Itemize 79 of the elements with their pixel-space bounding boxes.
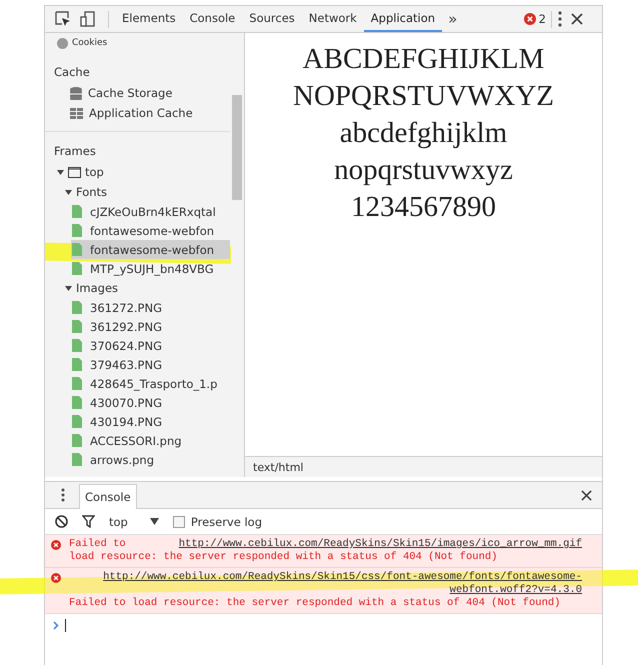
item-label: Application Cache (89, 106, 193, 120)
sidebar-item[interactable]: Application Cache (45, 103, 230, 123)
file-tree-item[interactable]: fontawesome-webfon (71, 240, 230, 259)
prompt-chevron-icon (53, 620, 59, 630)
resource-link[interactable]: http://www.cebilux.com/ReadySkins/Skin15/css/font-awesome/fonts/fontawesome-webfont.woff2?v=4.3.0 (69, 571, 582, 597)
file-tree-item[interactable]: 430070.PNG (71, 393, 230, 412)
item-label: Cache Storage (88, 86, 172, 100)
item-label: Cookies (72, 39, 108, 47)
more-tabs-button[interactable]: » (442, 10, 464, 28)
database-icon (70, 86, 82, 100)
file-tree-item[interactable]: 370624.PNG (71, 336, 230, 355)
file-tree-item[interactable]: MTP_ySUJH_bn48VBG (71, 259, 230, 278)
grid-icon (70, 108, 83, 118)
panel-tab[interactable]: Network (302, 6, 364, 32)
sample-line: NOPQRSTUVWXYZ (292, 79, 555, 114)
error-icon (51, 540, 61, 550)
message-text: Failed to (69, 538, 126, 551)
sample-line: nopqrstuvwxyz (333, 153, 514, 188)
file-icon (72, 243, 82, 256)
filter-icon[interactable] (82, 515, 95, 528)
file-tree-item[interactable]: 379463.PNG (71, 355, 230, 374)
mime-type: text/html (253, 460, 304, 474)
console-tab[interactable]: Console (79, 484, 137, 508)
tree-item[interactable]: Cookies (45, 33, 230, 53)
error-icon (51, 573, 61, 583)
panel-tab[interactable]: Console (182, 6, 242, 32)
tree-folder[interactable]: Images (53, 278, 230, 298)
close-icon[interactable] (581, 490, 592, 500)
file-tree-item[interactable]: 428645_Trasporto_1.p (71, 374, 230, 393)
file-icon (72, 205, 82, 218)
sample-line: abcdefghijklm (338, 116, 508, 151)
file-icon (72, 339, 82, 352)
file-icon (72, 377, 82, 390)
panel-tab[interactable]: Sources (242, 6, 302, 32)
file-icon (72, 224, 82, 237)
section-title: Cache (53, 64, 91, 81)
error-icon (524, 13, 536, 25)
file-icon (72, 396, 82, 409)
error-count[interactable]: 2 (538, 12, 546, 26)
frame-icon (68, 166, 81, 178)
tree-folder[interactable]: top (45, 162, 230, 182)
file-icon (72, 434, 82, 447)
file-icon (72, 262, 82, 275)
folder-label: top (85, 165, 104, 179)
close-icon[interactable] (571, 13, 583, 25)
sample-line: 1234567890 (350, 190, 497, 225)
sample-line: ABCDEFGHIJKLM (302, 42, 546, 77)
inspect-icon[interactable] (55, 11, 71, 27)
panel-tab[interactable]: Application (364, 6, 442, 32)
file-icon (72, 320, 82, 333)
file-tree-item[interactable]: arrows.png (71, 450, 230, 469)
dropdown-arrow-icon[interactable] (150, 518, 159, 525)
drawer-menu-icon[interactable] (61, 488, 65, 502)
message-text: Failed to load resource: the server responded with a status of 404 (Not found) (69, 597, 562, 610)
panel-tab[interactable]: Elements (115, 6, 183, 32)
context-select[interactable]: top (109, 514, 128, 528)
folder-label: Fonts (76, 185, 108, 199)
file-tree-item[interactable]: cJZKeOuBrn4kERxqtal (71, 202, 230, 221)
file-tree-item[interactable]: 361292.PNG (71, 317, 230, 336)
cookie-icon (57, 38, 68, 48)
checkbox-label: Preserve log (190, 514, 262, 528)
menu-icon[interactable] (558, 11, 562, 27)
file-icon (72, 415, 82, 428)
message-text: load resource: the server responded with a status of 404 (Not found) (69, 551, 498, 564)
resource-link[interactable]: http://www.cebilux.com/ReadySkins/Skin15/images/ico_arrow_mm.gif (146, 538, 582, 551)
section-title: Frames (53, 143, 97, 160)
file-icon (72, 301, 82, 314)
file-tree-item[interactable]: fontawesome-webfon (71, 221, 230, 240)
file-icon (72, 358, 82, 371)
tree-folder[interactable]: Fonts (53, 182, 230, 202)
file-tree-item[interactable]: 430194.PNG (71, 412, 230, 431)
file-tree-item[interactable]: ACCESSORI.png (71, 431, 230, 450)
preserve-log-checkbox[interactable] (172, 516, 185, 528)
folder-label: Images (76, 281, 118, 295)
sidebar-item[interactable]: Cache Storage (45, 83, 230, 103)
device-icon[interactable] (80, 11, 96, 27)
file-icon (72, 453, 82, 466)
file-tree-item[interactable]: 361272.PNG (71, 298, 230, 317)
clear-icon[interactable] (55, 515, 68, 528)
